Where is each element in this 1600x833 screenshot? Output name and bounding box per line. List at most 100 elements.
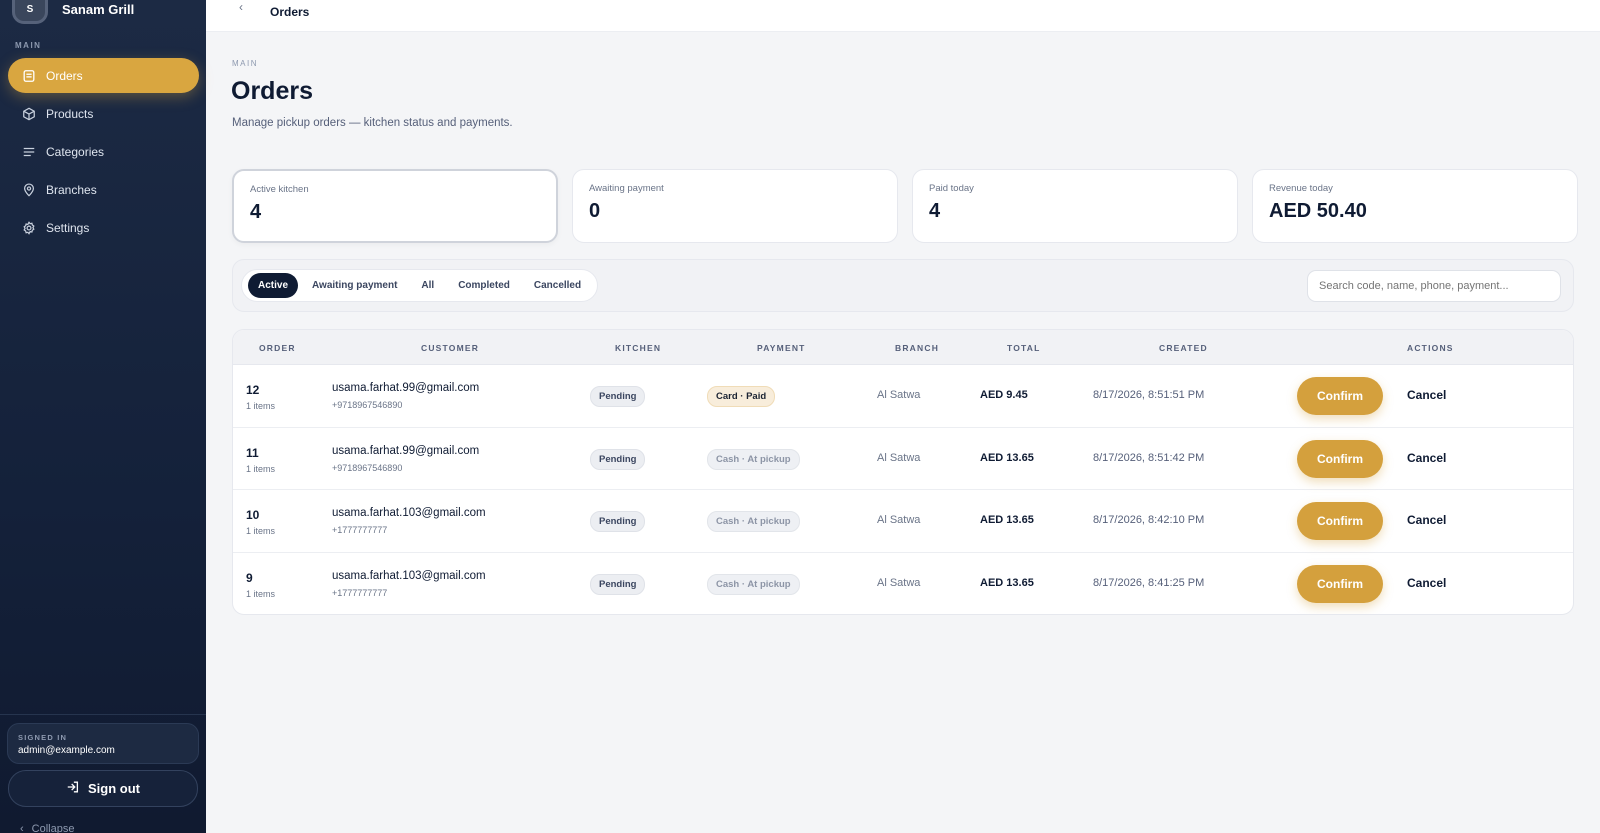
page-title: Orders (231, 77, 313, 105)
branch-name: Al Satwa (877, 514, 921, 526)
topbar: ‹ Orders (206, 0, 1600, 32)
box-icon (21, 106, 36, 121)
sidebar-item-label: Branches (46, 182, 97, 197)
column-header-order: ORDER (259, 343, 296, 353)
table-header: ORDER CUSTOMER KITCHEN PAYMENT BRANCH TO… (233, 330, 1573, 365)
sidebar-item-categories[interactable]: Categories (8, 134, 199, 169)
list-icon (21, 144, 36, 159)
signed-in-label: SIGNED IN (18, 733, 68, 742)
confirm-button[interactable]: Confirm (1297, 502, 1383, 540)
order-number: 10 (246, 508, 260, 522)
stat-value: 4 (929, 200, 941, 222)
order-total: AED 13.65 (980, 514, 1034, 526)
brand-name: Sanam Grill (62, 1, 135, 17)
order-number: 9 (246, 570, 253, 585)
payment-status-badge: Cash · At pickup (707, 448, 800, 470)
payment-status-badge: Cash · At pickup (707, 511, 800, 532)
order-item-count: 1 items (246, 526, 276, 536)
customer-phone: +1777777777 (332, 525, 388, 535)
stat-card-revenue-today[interactable]: Revenue today AED 50.40 (1252, 169, 1578, 243)
order-created: 8/17/2026, 8:51:42 PM (1093, 451, 1205, 464)
table-row[interactable]: 10 1 items usama.farhat.103@gmail.com +1777… (233, 490, 1573, 553)
tab-awaiting-payment[interactable]: Awaiting payment (302, 273, 407, 298)
cancel-button[interactable]: Cancel (1407, 388, 1446, 402)
column-header-kitchen: KITCHEN (615, 343, 662, 353)
order-total: AED 13.65 (980, 576, 1034, 589)
tab-all[interactable]: All (411, 273, 444, 298)
column-header-payment: PAYMENT (757, 343, 806, 353)
gear-icon (21, 220, 36, 235)
stat-value: 0 (589, 200, 601, 222)
chevron-left-icon: ‹ (20, 823, 24, 833)
sidebar-item-products[interactable]: Products (8, 96, 199, 131)
sidebar-item-branches[interactable]: Branches (8, 172, 199, 207)
topbar-title: Orders (270, 5, 310, 19)
column-header-branch: BRANCH (895, 343, 940, 353)
order-item-count: 1 items (246, 401, 276, 411)
collapse-label: Collapse (31, 823, 75, 833)
order-created: 8/17/2026, 8:42:10 PM (1093, 514, 1205, 526)
order-number: 11 (246, 445, 259, 460)
confirm-button[interactable]: Confirm (1297, 377, 1383, 415)
stat-card-paid-today[interactable]: Paid today 4 (912, 169, 1238, 243)
cancel-button[interactable]: Cancel (1407, 451, 1446, 465)
confirm-button[interactable]: Confirm (1297, 564, 1383, 603)
tab-completed[interactable]: Completed (448, 273, 520, 298)
stat-label: Paid today (929, 183, 974, 194)
signed-in-email: admin@example.com (18, 745, 115, 756)
sign-out-icon (66, 780, 80, 797)
sign-out-button[interactable]: Sign out (8, 770, 198, 807)
order-item-count: 1 items (246, 588, 276, 599)
stat-card-active-kitchen[interactable]: Active kitchen 4 (232, 169, 558, 243)
stat-value: AED 50.40 (1269, 200, 1367, 222)
column-header-created: CREATED (1159, 343, 1208, 353)
payment-status-badge: Cash · At pickup (707, 573, 800, 595)
branch-name: Al Satwa (877, 576, 921, 589)
map-pin-icon (21, 182, 36, 197)
column-header-total: TOTAL (1007, 343, 1041, 353)
collapse-button[interactable]: ‹ Collapse (20, 823, 74, 833)
order-total: AED 9.45 (980, 389, 1028, 401)
cancel-button[interactable]: Cancel (1407, 513, 1446, 527)
customer-email: usama.farhat.99@gmail.com (332, 444, 480, 457)
sidebar: S Sanam Grill MAIN Orders Products Categ… (0, 0, 206, 833)
sidebar-item-orders[interactable]: Orders (8, 58, 199, 93)
order-number: 12 (246, 383, 260, 397)
table-row[interactable]: 11 1 items usama.farhat.99@gmail.com +97189… (233, 428, 1573, 490)
tab-active[interactable]: Active (248, 273, 299, 298)
sidebar-item-label: Categories (46, 144, 105, 159)
payment-status-badge: Card · Paid (707, 386, 776, 407)
table-row[interactable]: 9 1 items usama.farhat.103@gmail.com +17777… (233, 553, 1573, 615)
stat-card-awaiting-payment[interactable]: Awaiting payment 0 (572, 169, 898, 243)
customer-phone: +9718967546890 (332, 462, 403, 473)
stat-label: Active kitchen (250, 184, 309, 195)
search-input[interactable] (1307, 270, 1561, 302)
customer-email: usama.farhat.103@gmail.com (332, 507, 486, 519)
sidebar-item-label: Orders (46, 68, 83, 83)
stats-row: Active kitchen 4 Awaiting payment 0 Paid… (232, 169, 1578, 243)
branch-name: Al Satwa (877, 451, 921, 464)
column-header-actions: ACTIONS (1407, 343, 1454, 353)
sidebar-item-label: Settings (46, 220, 90, 235)
table-row[interactable]: 12 1 items usama.farhat.99@gmail.com +97189… (233, 365, 1573, 428)
table-body: 12 1 items usama.farhat.99@gmail.com +97189… (233, 365, 1573, 615)
cancel-button[interactable]: Cancel (1407, 576, 1446, 590)
sidebar-section-label: MAIN (15, 41, 42, 50)
stat-label: Revenue today (1269, 183, 1333, 194)
filter-tabs: Active Awaiting payment All Completed Ca… (241, 269, 599, 302)
page-subtitle: Manage pickup orders — kitchen status an… (232, 117, 513, 129)
sidebar-item-label: Products (46, 106, 94, 121)
tab-cancelled[interactable]: Cancelled (524, 273, 591, 298)
page-eyebrow: MAIN (232, 59, 258, 68)
customer-phone: +1777777777 (332, 587, 388, 598)
order-created: 8/17/2026, 8:41:25 PM (1093, 576, 1205, 589)
kitchen-status-badge: Pending (590, 573, 646, 595)
customer-phone: +9718967546890 (332, 400, 403, 410)
orders-table: ORDER CUSTOMER KITCHEN PAYMENT BRANCH TO… (232, 329, 1574, 615)
customer-email: usama.farhat.99@gmail.com (332, 382, 480, 394)
sidebar-item-settings[interactable]: Settings (8, 210, 199, 245)
sidebar-nav: Orders Products Categories Branches Sett… (8, 58, 199, 248)
confirm-button[interactable]: Confirm (1297, 439, 1383, 478)
kitchen-status-badge: Pending (590, 448, 646, 470)
chevron-left-icon[interactable]: ‹ (239, 0, 243, 14)
